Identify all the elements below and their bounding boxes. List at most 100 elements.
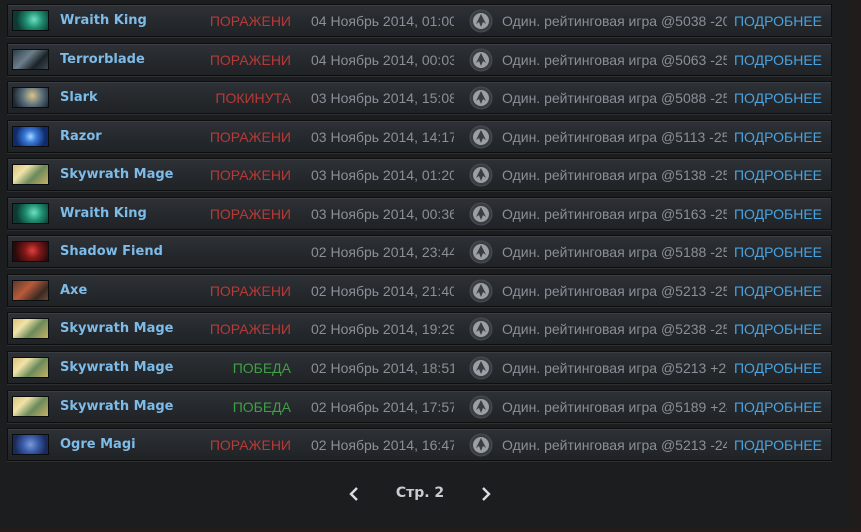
hero-name: Skywrath Mage bbox=[60, 167, 174, 182]
match-row[interactable]: Skywrath Mage ПОБЕДА 02 Ноябрь 2014, 17:57… bbox=[7, 390, 832, 423]
row-highlight bbox=[8, 429, 831, 430]
row-highlight bbox=[8, 313, 831, 314]
details-link[interactable]: ПОДРОБНЕЕ bbox=[734, 360, 822, 376]
ranked-mode-icon bbox=[469, 48, 493, 72]
details-link[interactable]: ПОДРОБНЕЕ bbox=[734, 13, 822, 29]
match-result: ПОРАЖЕНИ bbox=[209, 13, 291, 29]
ranked-mode-icon bbox=[469, 356, 493, 380]
hero-name: Skywrath Mage bbox=[60, 321, 174, 336]
chevron-right-icon bbox=[482, 487, 491, 501]
game-mode: Один. рейтинговая игра @5213 +25 bbox=[502, 360, 727, 376]
row-highlight bbox=[8, 352, 831, 353]
row-highlight bbox=[8, 236, 831, 237]
match-row[interactable]: Wraith King ПОРАЖЕНИ 04 Ноябрь 2014, 01:00… bbox=[7, 4, 832, 37]
chevron-left-icon bbox=[349, 487, 358, 501]
hero-name: Axe bbox=[60, 283, 88, 298]
game-mode: Один. рейтинговая игра @5138 -25 bbox=[502, 167, 727, 183]
match-date: 04 Ноябрь 2014, 00:03:3 bbox=[311, 52, 454, 68]
match-date: 03 Ноябрь 2014, 00:36:3 bbox=[311, 206, 454, 222]
match-date: 02 Ноябрь 2014, 19:29:2 bbox=[311, 321, 454, 337]
page-number: Стр. 2 bbox=[395, 485, 445, 501]
ranked-mode-icon bbox=[469, 86, 493, 110]
game-mode: Один. рейтинговая игра @5113 -25 bbox=[502, 129, 727, 145]
game-mode: Один. рейтинговая игра @5213 -24 bbox=[502, 437, 727, 453]
row-highlight bbox=[8, 82, 831, 83]
details-link[interactable]: ПОДРОБНЕЕ bbox=[734, 399, 822, 415]
ranked-mode-icon bbox=[469, 202, 493, 226]
match-date: 03 Ноябрь 2014, 14:17:1 bbox=[311, 129, 454, 145]
match-row[interactable]: Axe ПОРАЖЕНИ 02 Ноябрь 2014, 21:40:0 Один. … bbox=[7, 274, 832, 307]
details-link[interactable]: ПОДРОБНЕЕ bbox=[734, 244, 822, 260]
match-row[interactable]: Shadow Fiend 02 Ноябрь 2014, 23:44:2 Один.… bbox=[7, 235, 832, 268]
game-mode: Один. рейтинговая игра @5238 -25 bbox=[502, 321, 727, 337]
match-row[interactable]: Skywrath Mage ПОБЕДА 02 Ноябрь 2014, 18:51… bbox=[7, 351, 832, 384]
axe-portrait bbox=[12, 280, 49, 301]
details-link[interactable]: ПОДРОБНЕЕ bbox=[734, 321, 822, 337]
match-result: ПОРАЖЕНИ bbox=[209, 206, 291, 222]
skywrath-mage-portrait bbox=[12, 357, 49, 378]
match-date: 02 Ноябрь 2014, 18:51:3 bbox=[311, 360, 454, 376]
hero-name: Slark bbox=[60, 90, 98, 105]
match-result: ПОРАЖЕНИ bbox=[209, 437, 291, 453]
match-result: ПОБЕДА bbox=[232, 360, 291, 376]
row-highlight bbox=[8, 198, 831, 199]
game-mode: Один. рейтинговая игра @5063 -25 bbox=[502, 52, 727, 68]
ranked-mode-icon bbox=[469, 317, 493, 341]
match-row[interactable]: Terrorblade ПОРАЖЕНИ 04 Ноябрь 2014, 00:03… bbox=[7, 43, 832, 76]
match-date: 02 Ноябрь 2014, 21:40:0 bbox=[311, 283, 454, 299]
row-highlight bbox=[8, 159, 831, 160]
row-highlight bbox=[8, 391, 831, 392]
match-date: 04 Ноябрь 2014, 01:00:3 bbox=[311, 13, 454, 29]
match-result: ПОРАЖЕНИ bbox=[209, 321, 291, 337]
match-result: ПОКИНУТА bbox=[215, 90, 291, 106]
ranked-mode-icon bbox=[469, 9, 493, 33]
slark-portrait bbox=[12, 87, 49, 108]
match-result: ПОРАЖЕНИ bbox=[209, 283, 291, 299]
details-link[interactable]: ПОДРОБНЕЕ bbox=[734, 129, 822, 145]
skywrath-mage-portrait bbox=[12, 164, 49, 185]
hero-name: Skywrath Mage bbox=[60, 360, 174, 375]
row-highlight bbox=[8, 121, 831, 122]
skywrath-mage-portrait bbox=[12, 318, 49, 339]
match-row[interactable]: Razor ПОРАЖЕНИ 03 Ноябрь 2014, 14:17:1 Один… bbox=[7, 120, 832, 153]
match-result: ПОБЕДА bbox=[232, 399, 291, 415]
details-link[interactable]: ПОДРОБНЕЕ bbox=[734, 52, 822, 68]
hero-name: Wraith King bbox=[60, 206, 147, 221]
ranked-mode-icon bbox=[469, 163, 493, 187]
match-row[interactable]: Ogre Magi ПОРАЖЕНИ 02 Ноябрь 2014, 16:47:4… bbox=[7, 428, 832, 461]
ogre-magi-portrait bbox=[12, 434, 49, 455]
details-link[interactable]: ПОДРОБНЕЕ bbox=[734, 206, 822, 222]
match-date: 03 Ноябрь 2014, 01:20:0 bbox=[311, 167, 454, 183]
details-link[interactable]: ПОДРОБНЕЕ bbox=[734, 283, 822, 299]
match-row[interactable]: Skywrath Mage ПОРАЖЕНИ 03 Ноябрь 2014, 01:… bbox=[7, 158, 832, 191]
match-result: ПОРАЖЕНИ bbox=[209, 129, 291, 145]
ranked-mode-icon bbox=[469, 395, 493, 419]
hero-name: Wraith King bbox=[60, 13, 147, 28]
bottom-border bbox=[0, 526, 861, 532]
skywrath-mage-portrait bbox=[12, 396, 49, 417]
prev-page-button[interactable] bbox=[345, 484, 365, 504]
next-page-button[interactable] bbox=[475, 484, 495, 504]
wraith-king-portrait bbox=[12, 10, 49, 31]
details-link[interactable]: ПОДРОБНЕЕ bbox=[734, 437, 822, 453]
ranked-mode-icon bbox=[469, 433, 493, 457]
row-highlight bbox=[8, 5, 831, 6]
match-row[interactable]: Skywrath Mage ПОРАЖЕНИ 02 Ноябрь 2014, 19:… bbox=[7, 312, 832, 345]
hero-name: Terrorblade bbox=[60, 52, 145, 67]
match-date: 03 Ноябрь 2014, 15:08:0 bbox=[311, 90, 454, 106]
wraith-king-portrait bbox=[12, 203, 49, 224]
shadow-fiend-portrait bbox=[12, 241, 49, 262]
match-date: 02 Ноябрь 2014, 16:47:4 bbox=[311, 437, 454, 453]
details-link[interactable]: ПОДРОБНЕЕ bbox=[734, 167, 822, 183]
details-link[interactable]: ПОДРОБНЕЕ bbox=[734, 90, 822, 106]
hero-name: Razor bbox=[60, 129, 102, 144]
pagination: Стр. 2 bbox=[340, 480, 500, 508]
ranked-mode-icon bbox=[469, 240, 493, 264]
row-highlight bbox=[8, 44, 831, 45]
terrorblade-portrait bbox=[12, 49, 49, 70]
game-mode: Один. рейтинговая игра @5038 -20 bbox=[502, 13, 727, 29]
match-row[interactable]: Wraith King ПОРАЖЕНИ 03 Ноябрь 2014, 00:36… bbox=[7, 197, 832, 230]
match-row[interactable]: Slark ПОКИНУТА 03 Ноябрь 2014, 15:08:0 Один… bbox=[7, 81, 832, 114]
game-mode: Один. рейтинговая игра @5188 -25 bbox=[502, 244, 727, 260]
game-mode: Один. рейтинговая игра @5163 -25 bbox=[502, 206, 727, 222]
